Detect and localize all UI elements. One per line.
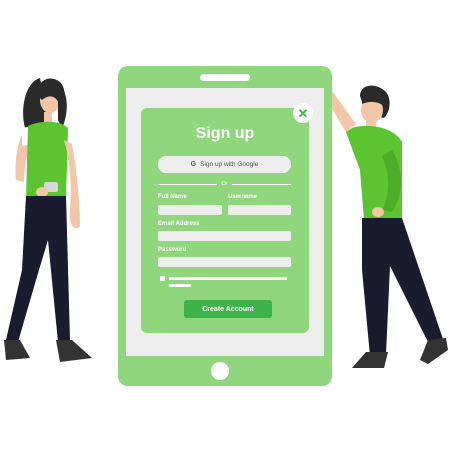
tablet-speaker [200, 74, 250, 81]
terms-text-placeholder [169, 277, 287, 280]
divider-line-left [158, 183, 218, 185]
illustration: ✕ Sign up G Sign up with Google Or Full … [0, 0, 450, 450]
home-button[interactable] [211, 362, 229, 380]
email-field[interactable] [158, 231, 291, 241]
password-field[interactable] [158, 257, 291, 267]
create-account-button[interactable]: Create Account [184, 300, 272, 318]
close-button[interactable]: ✕ [293, 103, 313, 123]
full-name-label: Full Name [158, 194, 187, 200]
divider-line-right [231, 183, 291, 185]
form-title: Sign up [195, 125, 255, 142]
terms-checkbox[interactable] [160, 276, 165, 281]
google-signup-button[interactable]: G Sign up with Google [158, 156, 291, 173]
username-field[interactable] [228, 205, 291, 215]
or-divider: Or [158, 180, 291, 188]
password-label: Password [158, 247, 187, 253]
google-icon: G [190, 161, 197, 168]
divider-text: Or [221, 181, 228, 187]
terms-text-placeholder-short [169, 284, 191, 287]
google-signup-label: Sign up with Google [200, 161, 259, 168]
full-name-field[interactable] [158, 205, 222, 215]
username-label: Username [228, 194, 258, 200]
email-label: Email Address [158, 221, 200, 227]
close-icon: ✕ [297, 105, 309, 121]
